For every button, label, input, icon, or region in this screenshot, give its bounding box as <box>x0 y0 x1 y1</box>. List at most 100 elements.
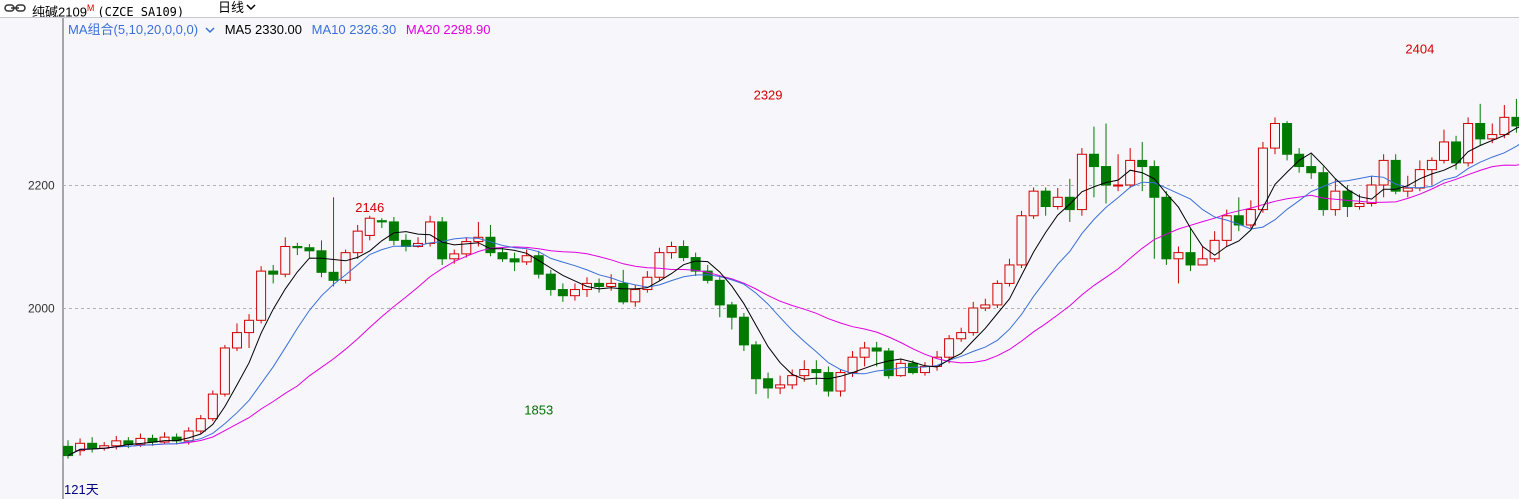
candle-body[interactable] <box>630 289 641 303</box>
candle-body[interactable] <box>714 279 725 306</box>
candle-body[interactable] <box>678 246 689 259</box>
candle-body[interactable] <box>244 319 255 334</box>
candle-body[interactable] <box>944 338 955 358</box>
candle-body[interactable] <box>268 270 279 275</box>
candle-body[interactable] <box>1451 141 1462 164</box>
candle-body[interactable] <box>738 316 749 346</box>
candle-body[interactable] <box>1426 159 1437 171</box>
candle-body[interactable] <box>666 246 677 254</box>
candle-body[interactable] <box>1378 159 1389 186</box>
candle-body[interactable] <box>775 384 786 389</box>
candle-body[interactable] <box>352 230 363 254</box>
candle-body[interactable] <box>449 253 460 260</box>
candle-body[interactable] <box>1040 190 1051 208</box>
chevron-down-icon <box>205 27 215 34</box>
candle-body[interactable] <box>425 221 436 244</box>
candle-body[interactable] <box>1438 141 1449 161</box>
candle-body[interactable] <box>1318 172 1329 211</box>
y-tick-label: 2000 <box>28 302 55 316</box>
high-price-label: 2404 <box>1405 42 1434 57</box>
candle-body[interactable] <box>1511 116 1519 127</box>
candle-body[interactable] <box>485 236 496 254</box>
candlestick-chart[interactable]: 2200 2000 2146 1853 2329 2404 <box>0 0 1519 499</box>
candle-body[interactable] <box>1282 123 1293 155</box>
candle-body[interactable] <box>763 378 774 389</box>
ma10-value: MA10 2326.30 <box>311 22 397 37</box>
candle-body[interactable] <box>256 270 267 321</box>
candle-body[interactable] <box>992 282 1003 306</box>
candle-body[interactable] <box>1270 123 1280 149</box>
candle-body[interactable] <box>1463 123 1474 164</box>
candle-body[interactable] <box>1004 264 1015 284</box>
candle-body[interactable] <box>280 246 291 275</box>
candle-body[interactable] <box>521 255 532 263</box>
candle-body[interactable] <box>871 347 882 352</box>
candle-body[interactable] <box>400 239 411 248</box>
candle-body[interactable] <box>1197 258 1208 266</box>
candle-body[interactable] <box>787 375 798 386</box>
candle-body[interactable] <box>388 221 399 241</box>
candle-body[interactable] <box>316 250 327 273</box>
candle-body[interactable] <box>219 347 230 395</box>
candle-body[interactable] <box>1161 196 1172 260</box>
candle-body[interactable] <box>87 442 98 449</box>
candle-body[interactable] <box>1366 184 1377 204</box>
candle-body[interactable] <box>1185 252 1196 266</box>
candle-body[interactable] <box>292 246 303 249</box>
candle-body[interactable] <box>1487 134 1498 140</box>
candle-body[interactable] <box>1113 184 1124 187</box>
candle-body[interactable] <box>1016 215 1027 266</box>
candle-body[interactable] <box>823 372 834 392</box>
candle-body[interactable] <box>183 430 194 442</box>
candle-body[interactable] <box>859 347 870 358</box>
candle-body[interactable] <box>569 289 580 297</box>
candle-body[interactable] <box>1342 190 1353 208</box>
candle-body[interactable] <box>883 350 894 377</box>
candle-body[interactable] <box>207 393 218 420</box>
candle-body[interactable] <box>956 332 967 340</box>
candle-body[interactable] <box>1245 209 1256 226</box>
candle-body[interactable] <box>1076 153 1087 211</box>
candle-body[interactable] <box>231 332 242 349</box>
candle-body[interactable] <box>376 220 387 223</box>
candle-body[interactable] <box>1088 153 1099 168</box>
candle-body[interactable] <box>1499 116 1510 136</box>
ma-group-selector[interactable]: MA组合(5,10,20,0,0,0) <box>68 22 215 37</box>
candle-body[interactable] <box>1475 123 1486 140</box>
candle-body[interactable] <box>195 418 206 432</box>
candle-body[interactable] <box>1173 252 1184 260</box>
candle-body[interactable] <box>968 307 979 334</box>
candle-body[interactable] <box>980 304 991 309</box>
candle-body[interactable] <box>1402 187 1413 192</box>
candle-body[interactable] <box>340 252 351 281</box>
candle-body[interactable] <box>1354 202 1365 208</box>
candle-body[interactable] <box>618 282 629 303</box>
candle-body[interactable] <box>497 252 508 260</box>
candle-body[interactable] <box>1330 190 1341 211</box>
candle-body[interactable] <box>328 271 339 281</box>
candle-body[interactable] <box>1390 159 1401 192</box>
candle-body[interactable] <box>606 282 617 287</box>
candle-body[interactable] <box>594 282 605 287</box>
candle-body[interactable] <box>1306 166 1317 174</box>
candle-body[interactable] <box>907 362 918 374</box>
candle-body[interactable] <box>750 344 761 380</box>
candle-body[interactable] <box>545 273 556 291</box>
candle-body[interactable] <box>690 257 701 272</box>
candle-body[interactable] <box>799 369 810 377</box>
candle-body[interactable] <box>811 369 822 374</box>
candle-body[interactable] <box>1209 239 1220 260</box>
candle-body[interactable] <box>509 258 520 263</box>
candle-body[interactable] <box>895 362 906 377</box>
candle-body[interactable] <box>557 289 568 297</box>
candle-body[interactable] <box>364 217 375 236</box>
candle-body[interactable] <box>111 440 122 447</box>
candle-body[interactable] <box>1052 196 1063 208</box>
candle-body[interactable] <box>1028 190 1039 217</box>
candle-body[interactable] <box>654 252 665 278</box>
candle-body[interactable] <box>1137 159 1148 168</box>
candle-body[interactable] <box>304 247 315 252</box>
candle-body[interactable] <box>726 304 737 318</box>
candle-body[interactable] <box>847 356 858 374</box>
candle-body[interactable] <box>1257 147 1268 211</box>
